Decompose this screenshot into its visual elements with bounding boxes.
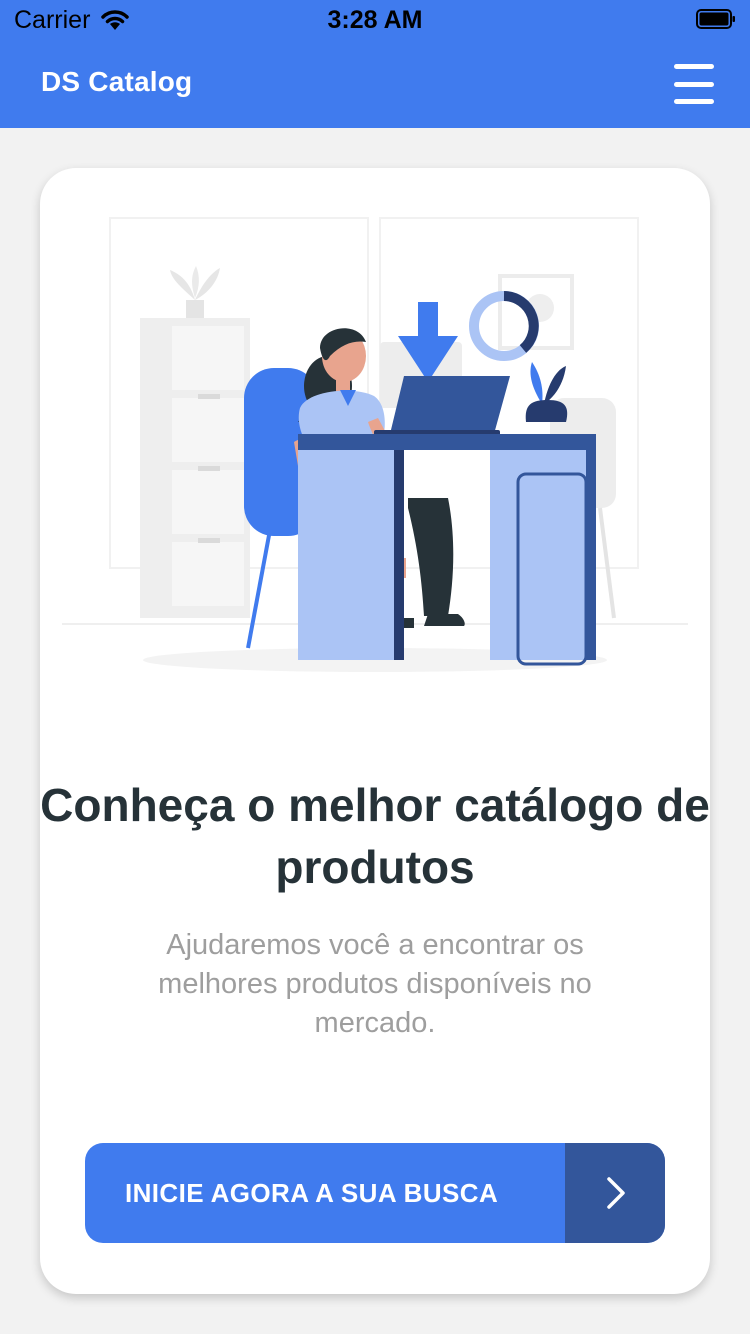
start-search-button[interactable]: INICIE AGORA A SUA BUSCA: [85, 1143, 665, 1243]
status-time: 3:28 AM: [327, 6, 423, 34]
battery-icon: [696, 9, 735, 29]
subtitle: Ajudaremos você a encontrar os melhores …: [158, 929, 592, 1039]
hamburger-menu-icon[interactable]: [674, 64, 714, 104]
headline: Conheça o melhor catálogo de produtos: [40, 779, 710, 893]
navigation-bar: DS Catalog: [0, 40, 750, 128]
status-bar: Carrier 3:28 AM: [0, 0, 750, 40]
home-card: Conheça o melhor catálogo de produtos Aj…: [40, 168, 710, 1294]
app-title: DS Catalog: [41, 66, 193, 97]
chevron-right-icon: [565, 1143, 665, 1243]
woman-at-desk-illustration: [62, 217, 688, 672]
start-search-button-label: INICIE AGORA A SUA BUSCA: [125, 1178, 499, 1208]
